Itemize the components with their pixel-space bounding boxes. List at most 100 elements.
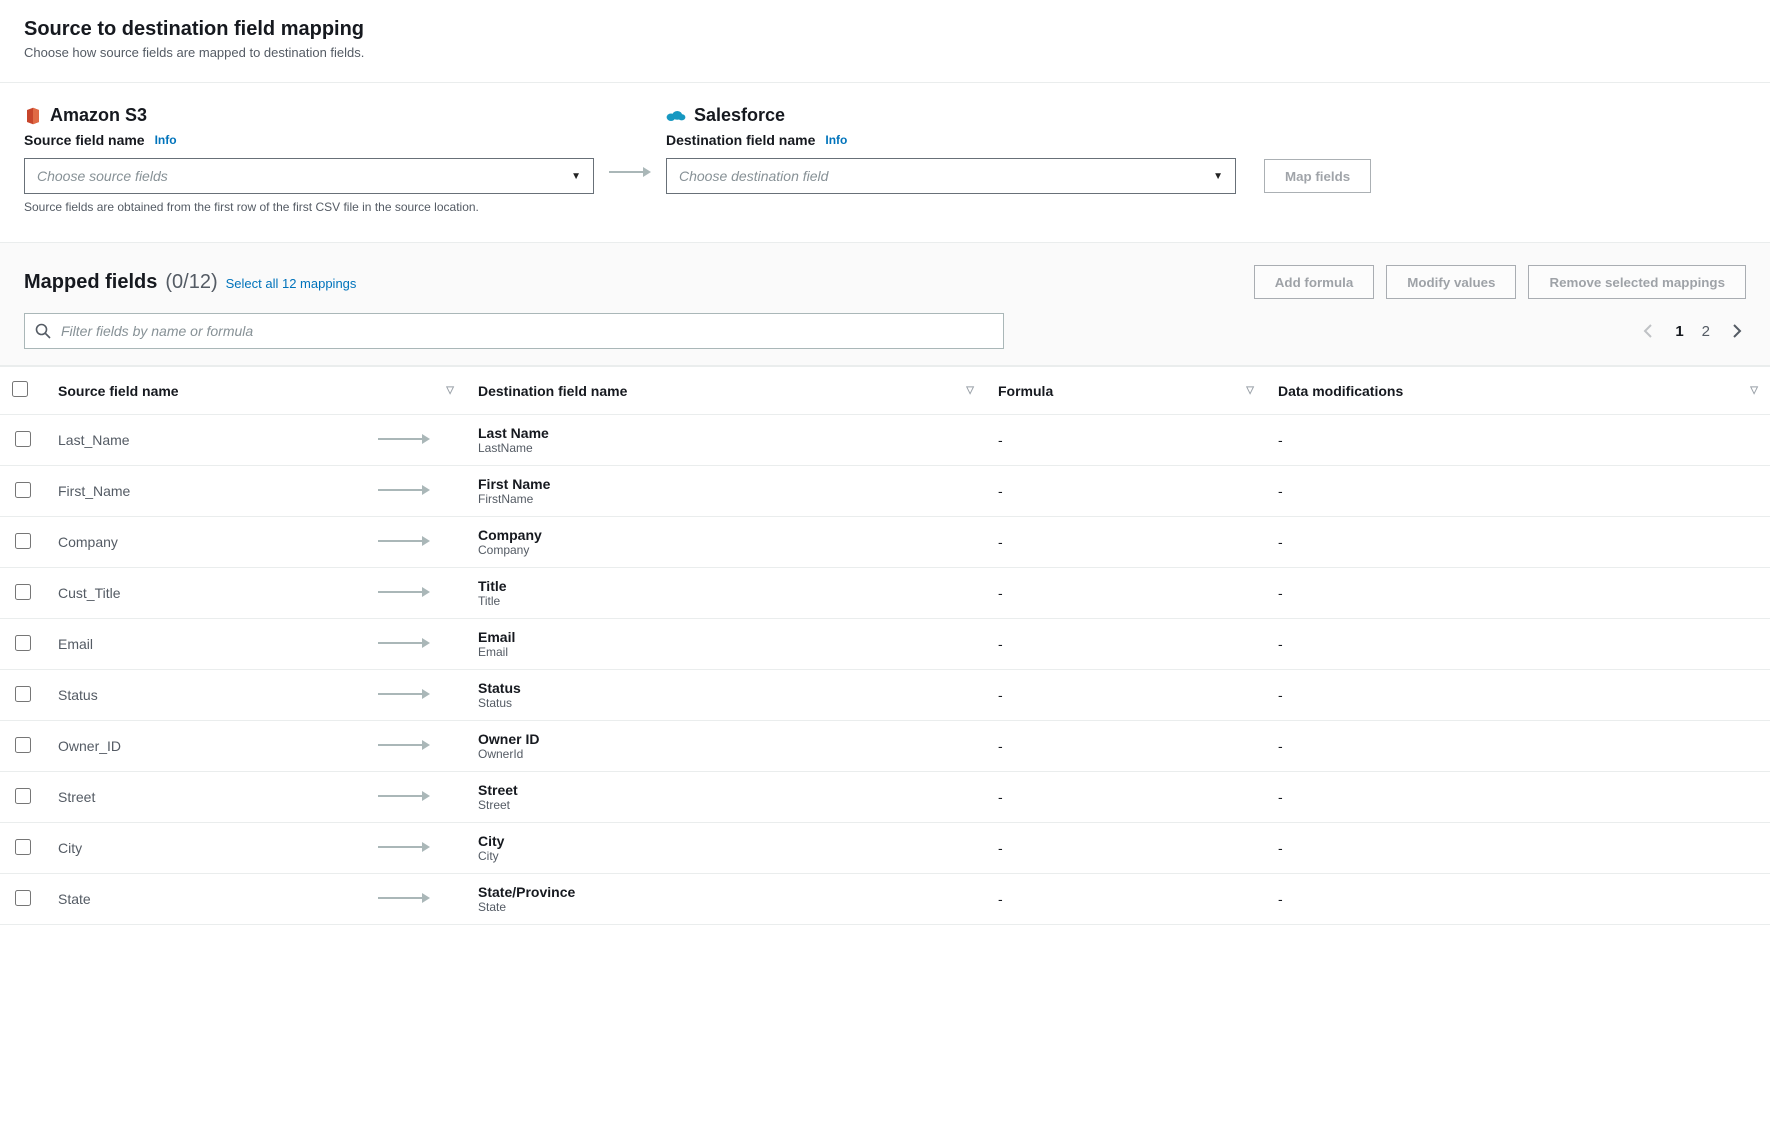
row-checkbox[interactable] bbox=[15, 584, 31, 600]
mapped-fields-section: Mapped fields (0/12) Select all 12 mappi… bbox=[0, 243, 1770, 366]
select-all-checkbox[interactable] bbox=[12, 381, 28, 397]
pager-page-1[interactable]: 1 bbox=[1675, 323, 1683, 340]
arrow-right-icon bbox=[609, 165, 651, 179]
pager-next[interactable] bbox=[1728, 322, 1746, 340]
destination-field-label: Status bbox=[478, 680, 974, 696]
table-row: StateState/ProvinceState-- bbox=[0, 874, 1770, 925]
destination-field-api: LastName bbox=[478, 441, 974, 455]
amazon-s3-icon bbox=[24, 107, 42, 125]
arrow-right-icon bbox=[378, 687, 430, 703]
destination-column: Salesforce Destination field name Info C… bbox=[666, 105, 1236, 194]
source-connector-name: Amazon S3 bbox=[50, 105, 147, 126]
arrow-right-icon bbox=[378, 891, 430, 907]
table-row: StatusStatusStatus-- bbox=[0, 670, 1770, 721]
col-header-mods[interactable]: Data modifications bbox=[1278, 383, 1403, 399]
table-row: CompanyCompanyCompany-- bbox=[0, 517, 1770, 568]
table-row: Last_NameLast NameLastName-- bbox=[0, 415, 1770, 466]
table-row: EmailEmailEmail-- bbox=[0, 619, 1770, 670]
destination-field-placeholder: Choose destination field bbox=[679, 168, 828, 184]
col-header-formula[interactable]: Formula bbox=[998, 383, 1053, 399]
row-checkbox[interactable] bbox=[15, 533, 31, 549]
mappings-table: Source field name ▽ Destination field nam… bbox=[0, 366, 1770, 925]
col-header-source[interactable]: Source field name bbox=[58, 383, 179, 399]
salesforce-icon bbox=[666, 109, 686, 123]
destination-field-api: OwnerId bbox=[478, 747, 974, 761]
row-checkbox[interactable] bbox=[15, 788, 31, 804]
modify-values-button[interactable]: Modify values bbox=[1386, 265, 1516, 299]
arrow-right-icon bbox=[378, 840, 430, 856]
select-all-link[interactable]: Select all 12 mappings bbox=[226, 276, 357, 291]
mapping-section: Amazon S3 Source field name Info Choose … bbox=[0, 83, 1770, 243]
row-checkbox[interactable] bbox=[15, 839, 31, 855]
chevron-down-icon: ▼ bbox=[1213, 171, 1223, 182]
page-subtitle: Choose how source fields are mapped to d… bbox=[24, 45, 1746, 60]
table-row: Cust_TitleTitleTitle-- bbox=[0, 568, 1770, 619]
destination-field-api: FirstName bbox=[478, 492, 974, 506]
source-field-label: Source field name bbox=[24, 132, 145, 148]
destination-field-api: State bbox=[478, 900, 974, 914]
destination-connector-name: Salesforce bbox=[694, 105, 785, 126]
source-field-value: Status bbox=[58, 687, 98, 703]
sort-caret-icon[interactable]: ▽ bbox=[446, 385, 454, 396]
remove-mappings-button[interactable]: Remove selected mappings bbox=[1528, 265, 1746, 299]
col-header-destination[interactable]: Destination field name bbox=[478, 383, 627, 399]
filter-box[interactable] bbox=[24, 313, 1004, 349]
mods-value: - bbox=[1266, 517, 1770, 568]
destination-field-label: Destination field name bbox=[666, 132, 815, 148]
destination-field-label: Last Name bbox=[478, 425, 974, 441]
source-info-link[interactable]: Info bbox=[155, 133, 177, 147]
mods-value: - bbox=[1266, 721, 1770, 772]
arrow-right-icon bbox=[378, 636, 430, 652]
formula-value: - bbox=[986, 568, 1266, 619]
sort-caret-icon[interactable]: ▽ bbox=[966, 385, 974, 396]
map-fields-button[interactable]: Map fields bbox=[1264, 159, 1371, 193]
destination-field-label: Email bbox=[478, 629, 974, 645]
pager-prev[interactable] bbox=[1639, 322, 1657, 340]
row-checkbox[interactable] bbox=[15, 635, 31, 651]
row-checkbox[interactable] bbox=[15, 482, 31, 498]
formula-value: - bbox=[986, 517, 1266, 568]
row-checkbox[interactable] bbox=[15, 431, 31, 447]
source-field-value: State bbox=[58, 891, 91, 907]
filter-input[interactable] bbox=[61, 323, 993, 339]
table-row: StreetStreetStreet-- bbox=[0, 772, 1770, 823]
source-field-value: Cust_Title bbox=[58, 585, 121, 601]
mods-value: - bbox=[1266, 619, 1770, 670]
formula-value: - bbox=[986, 670, 1266, 721]
destination-field-label: First Name bbox=[478, 476, 974, 492]
formula-value: - bbox=[986, 823, 1266, 874]
source-field-value: Email bbox=[58, 636, 93, 652]
destination-field-label: Street bbox=[478, 782, 974, 798]
row-checkbox[interactable] bbox=[15, 686, 31, 702]
chevron-down-icon: ▼ bbox=[571, 171, 581, 182]
add-formula-button[interactable]: Add formula bbox=[1254, 265, 1375, 299]
source-field-value: Street bbox=[58, 789, 95, 805]
row-checkbox[interactable] bbox=[15, 890, 31, 906]
table-row: First_NameFirst NameFirstName-- bbox=[0, 466, 1770, 517]
mods-value: - bbox=[1266, 415, 1770, 466]
sort-caret-icon[interactable]: ▽ bbox=[1246, 385, 1254, 396]
destination-field-select[interactable]: Choose destination field ▼ bbox=[666, 158, 1236, 194]
formula-value: - bbox=[986, 415, 1266, 466]
source-field-value: First_Name bbox=[58, 483, 130, 499]
page-title: Source to destination field mapping bbox=[24, 18, 1746, 41]
sort-caret-icon[interactable]: ▽ bbox=[1750, 385, 1758, 396]
destination-field-api: Street bbox=[478, 798, 974, 812]
mods-value: - bbox=[1266, 874, 1770, 925]
arrow-right-icon bbox=[378, 585, 430, 601]
pager: 1 2 bbox=[1639, 322, 1746, 340]
source-field-value: City bbox=[58, 840, 82, 856]
source-field-select[interactable]: Choose source fields ▼ bbox=[24, 158, 594, 194]
formula-value: - bbox=[986, 619, 1266, 670]
source-field-value: Owner_ID bbox=[58, 738, 121, 754]
destination-field-label: Company bbox=[478, 527, 974, 543]
formula-value: - bbox=[986, 721, 1266, 772]
mapped-fields-count: (0/12) bbox=[165, 271, 217, 294]
destination-field-api: Company bbox=[478, 543, 974, 557]
destination-info-link[interactable]: Info bbox=[825, 133, 847, 147]
pager-page-2[interactable]: 2 bbox=[1702, 323, 1710, 340]
destination-field-label: City bbox=[478, 833, 974, 849]
row-checkbox[interactable] bbox=[15, 737, 31, 753]
arrow-right-icon bbox=[378, 432, 430, 448]
formula-value: - bbox=[986, 466, 1266, 517]
